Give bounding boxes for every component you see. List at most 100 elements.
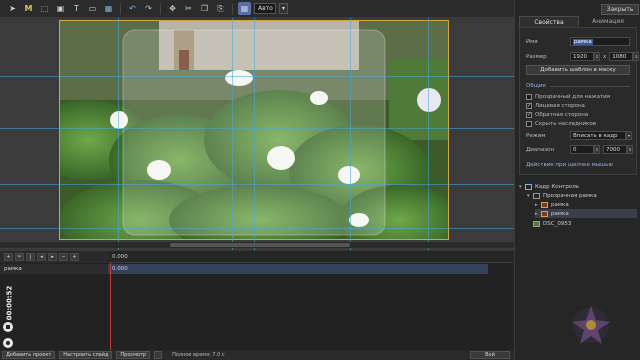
zoom-in-icon[interactable]: + [70,253,79,261]
width-spinner[interactable]: ⇕ [594,52,600,61]
checkbox-row[interactable]: Скрыть наследников [526,121,596,127]
tree-item[interactable]: ▾ Кадр Контроль [519,182,637,191]
cut-clip-icon[interactable]: ✂ [15,253,24,261]
add-project-button[interactable]: Добавить проект [2,351,56,359]
guide-line [0,76,514,77]
prev-icon[interactable]: ◂ [37,253,46,261]
logo-emblem-icon [572,306,610,344]
preview-button[interactable]: Просмотр [116,351,151,359]
range-to-spinner[interactable]: ⇕ [627,145,633,154]
name-label: Имя [526,39,538,45]
pointer-icon[interactable]: ➤ [6,2,19,15]
tab-properties[interactable]: Свойства [519,16,579,27]
chevron-down-icon[interactable]: ▾ [279,3,288,14]
copy-icon[interactable]: ❐ [198,2,211,15]
range-from-spinner[interactable]: ⇕ [594,145,600,154]
scrollbar-thumb[interactable] [170,243,350,247]
select-rect-icon[interactable]: ⬚ [38,2,51,15]
panel-tabs: Свойства Анимация [519,16,637,27]
cut-icon[interactable]: ✂ [182,2,195,15]
elapsed-time: 00:00:52 [2,280,16,326]
bottom-bar: Добавить проект Настроить слайд Просмотр… [0,350,514,360]
extra-button[interactable] [154,351,163,359]
ruler-time-label: 0.000 [112,254,128,260]
tree-item[interactable]: ▸ рамка [535,200,637,209]
mode-select[interactable]: Вписать в кадр [570,131,626,140]
close-button[interactable]: Закрыть [601,4,639,15]
canvas-area[interactable] [0,18,514,250]
height-field[interactable]: 1080 [609,52,634,61]
checkbox-label: Прозрачный для нажатия [535,94,611,100]
checkbox-row[interactable]: ✓ Лицевая сторона [526,103,585,109]
guide-line [0,128,514,129]
grid-icon[interactable]: ▦ [238,2,251,15]
tree-item[interactable]: ▾ Прозрачная рамка [527,191,637,200]
checkbox-back-side[interactable]: ✓ [526,112,532,118]
track-clip[interactable]: 0.000 [108,264,488,274]
width-field[interactable]: 1920 [570,52,594,61]
track-label[interactable]: рамка [0,264,108,274]
move-icon[interactable]: ✥ [166,2,179,15]
stop-icon [6,325,10,329]
photo-icon [533,220,540,227]
configure-slide-button[interactable]: Настроить слайд [59,351,113,359]
tree-item-label: DSC_0953 [543,220,572,227]
guide-line [0,184,514,185]
horizontal-scrollbar[interactable] [0,242,514,248]
tree-item[interactable]: DSC_0953 [527,219,637,228]
mask-frame-icon [541,210,548,217]
tree-item-label: рамка [551,201,569,208]
exit-button[interactable]: Вой [470,351,510,359]
toolbar-divider [232,2,233,15]
checkbox-label: Обратная сторона [535,112,589,118]
slideshow-editor: ➤ M ⬚ ▣ T ▭ ▦ ↶ ↷ ✥ ✂ ❐ ⎘ ▦ Авто ▾ + ✂ |… [0,0,640,360]
undo-icon[interactable]: ↶ [126,2,139,15]
name-field[interactable]: рамка [570,37,630,46]
mode-label: Режим [526,133,546,139]
text-icon[interactable]: T [70,2,83,15]
playhead[interactable] [110,263,111,360]
transparent-frame-icon [533,192,540,199]
zoom-select[interactable]: Авто [254,3,276,14]
range-label: Диапазон [526,147,555,153]
checkbox-hide-children[interactable] [526,121,532,127]
guide-line [254,18,255,250]
timeline-ruler[interactable]: 0.000 [108,251,514,263]
tree-item-label: Прозрачная рамка [543,192,597,199]
guide-line [0,228,514,229]
redo-icon[interactable]: ↷ [142,2,155,15]
checkbox-row[interactable]: Прозрачный для нажатия [526,94,610,100]
guide-line [232,18,233,250]
timeline-panel: + ✂ | ◂ ▸ − + 0.000 рамка 0.000 [0,250,514,360]
stop-button[interactable] [3,322,13,332]
checkbox-row[interactable]: ✓ Обратная сторона [526,112,588,118]
toolbar-divider [120,2,121,15]
guide-line [350,18,351,250]
next-icon[interactable]: ▸ [48,253,57,261]
tree-item-label: Кадр Контроль [535,183,579,190]
chevron-down-icon[interactable]: ▾ [626,131,632,140]
record-button[interactable] [3,338,13,348]
range-to-field[interactable]: 7000 [603,145,627,154]
add-template-to-mask-button[interactable]: Добавить шаблон в маску [526,65,630,75]
guide-line [428,18,429,250]
paste-icon[interactable]: ⎘ [214,2,227,15]
zoom-out-icon[interactable]: − [59,253,68,261]
checkbox-transparent[interactable] [526,94,532,100]
object-tree: ▾ Кадр Контроль ▾ Прозрачная рамка ▸ рам… [519,180,637,232]
checkbox-front-side[interactable]: ✓ [526,103,532,109]
add-track-icon[interactable]: + [4,253,13,261]
magic-icon[interactable]: M [22,2,35,15]
size-separator: x [603,53,607,60]
image-icon[interactable]: ▣ [54,2,67,15]
range-from-field[interactable]: 0 [570,145,594,154]
main-toolbar: ➤ M ⬚ ▣ T ▭ ▦ ↶ ↷ ✥ ✂ ❐ ⎘ ▦ Авто ▾ [0,0,514,18]
picture-icon[interactable]: ▦ [102,2,115,15]
tab-animation[interactable]: Анимация [579,16,637,27]
split-icon[interactable]: | [26,253,35,261]
tree-item-selected[interactable]: ▸ рамка [535,209,637,218]
height-spinner[interactable]: ⇕ [633,52,640,61]
rect-icon[interactable]: ▭ [86,2,99,15]
record-icon [6,341,10,345]
checkbox-label: Скрыть наследников [535,121,596,127]
